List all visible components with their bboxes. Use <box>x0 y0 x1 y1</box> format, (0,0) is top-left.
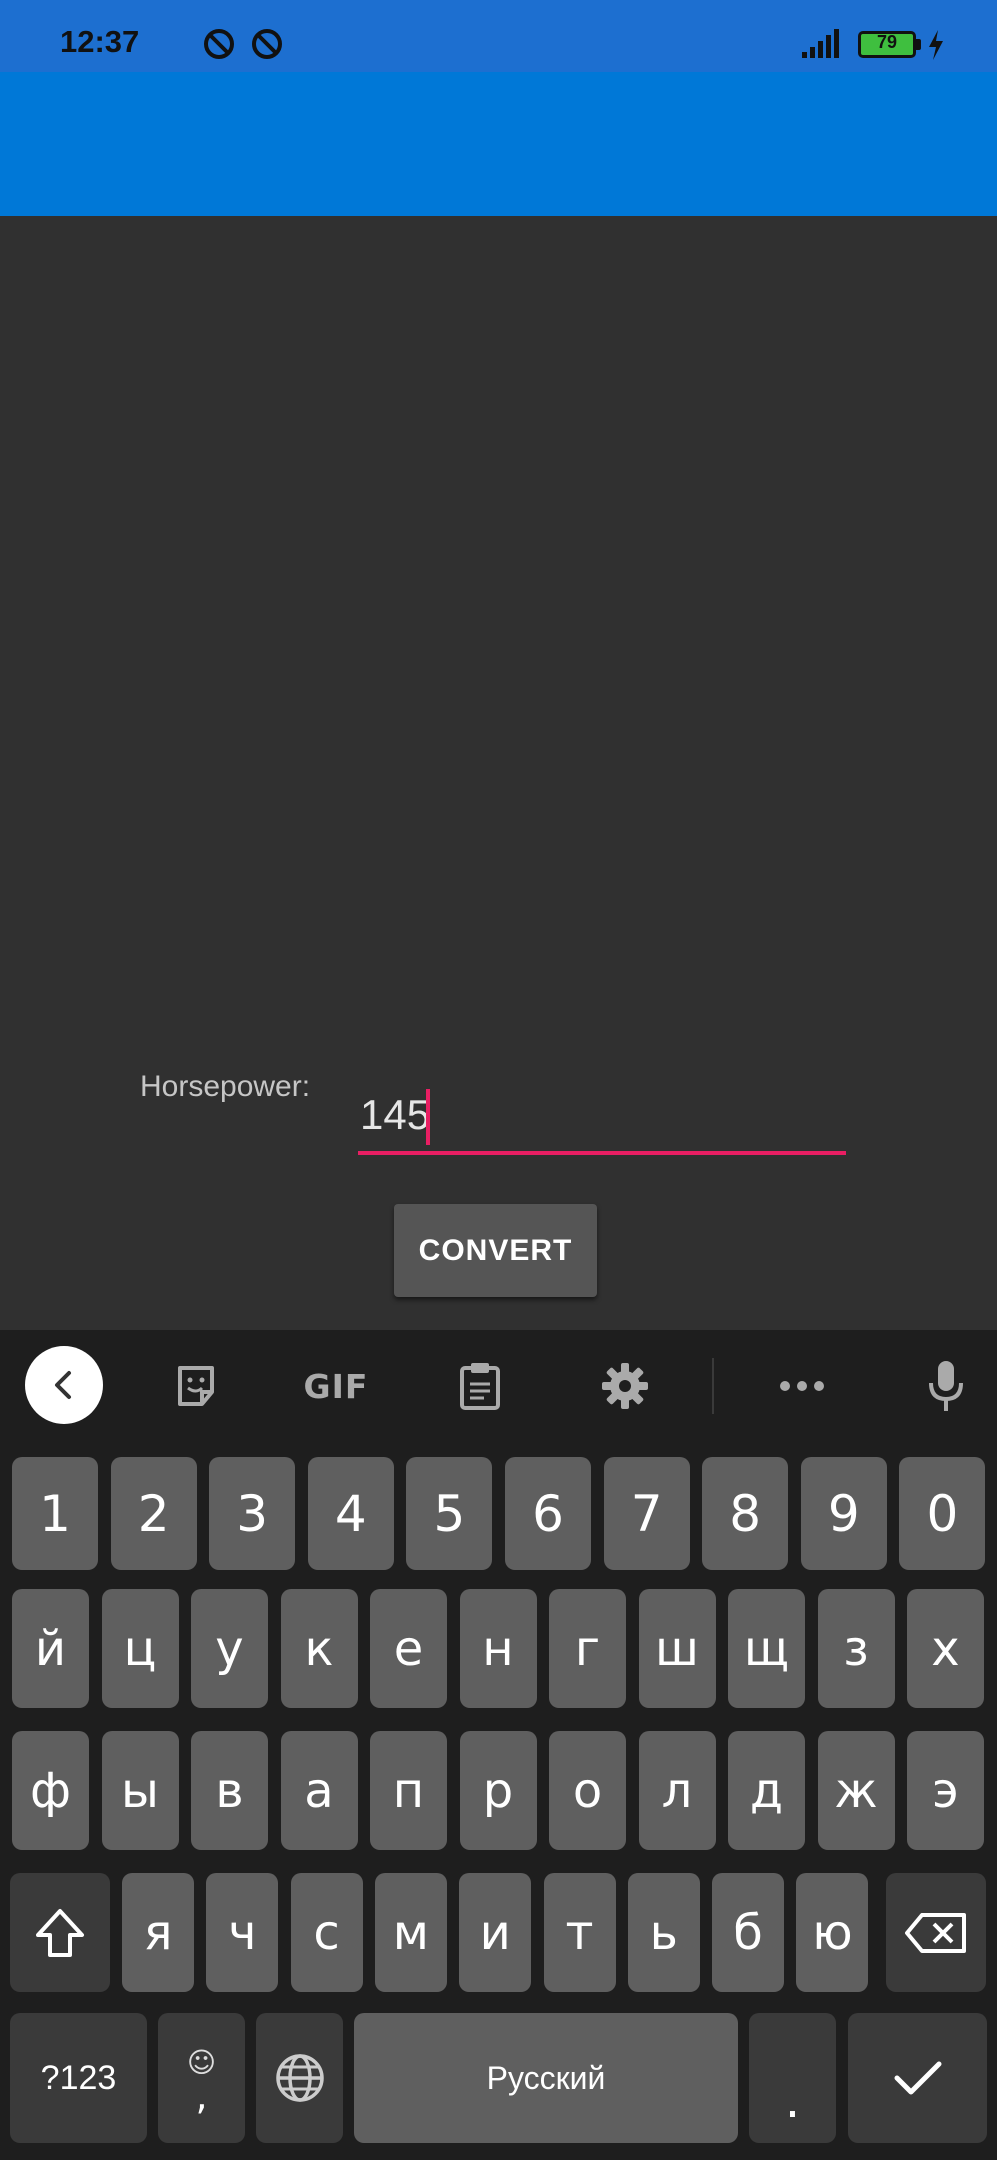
letter-key[interactable]: е <box>370 1589 447 1708</box>
do-not-disturb-icon <box>252 29 282 59</box>
letter-key[interactable]: ю <box>796 1873 869 1992</box>
letter-key[interactable]: м <box>374 1873 447 1992</box>
status-time: 12:37 <box>60 24 140 59</box>
signal-icon <box>802 29 839 58</box>
letter-key[interactable]: ж <box>817 1731 895 1850</box>
battery-level: 79 <box>876 32 898 52</box>
horsepower-label: Horsepower: <box>140 1070 311 1103</box>
language-key[interactable] <box>256 2013 343 2143</box>
text-cursor <box>426 1089 430 1145</box>
convert-button[interactable]: CONVERT <box>394 1204 597 1297</box>
letter-key[interactable]: у <box>191 1589 268 1708</box>
gif-label: GIF <box>303 1366 369 1406</box>
letter-key[interactable]: л <box>638 1731 716 1850</box>
chevron-left-icon <box>55 1371 71 1399</box>
letter-key[interactable]: ф <box>12 1731 89 1850</box>
letter-key[interactable]: ы <box>101 1731 179 1850</box>
letter-key[interactable]: г <box>549 1589 626 1708</box>
toolbar-divider <box>712 1358 714 1414</box>
letter-key[interactable]: ц <box>101 1589 179 1708</box>
letter-key[interactable]: б <box>712 1873 785 1992</box>
letter-key[interactable]: т <box>543 1873 616 1992</box>
letter-key[interactable]: п <box>370 1731 447 1850</box>
app-bar <box>0 72 997 216</box>
horsepower-input[interactable]: 145 <box>358 1085 846 1155</box>
letter-key[interactable]: щ <box>728 1589 805 1708</box>
keyboard: GIF 1 2 3 4 5 6 7 8 9 0 й ц у к е н г ш … <box>0 1330 997 2160</box>
keyboard-toolbar: GIF <box>0 1330 997 1440</box>
letter-key[interactable]: д <box>728 1731 805 1850</box>
letter-key[interactable]: а <box>280 1731 358 1850</box>
globe-icon <box>275 2054 324 2102</box>
backspace-key[interactable] <box>886 1873 986 1992</box>
clipboard-icon <box>460 1363 500 1410</box>
letter-key[interactable]: з <box>817 1589 895 1708</box>
input-underline <box>358 1151 846 1155</box>
number-key[interactable]: 5 <box>406 1457 493 1570</box>
more-button[interactable] <box>774 1358 830 1414</box>
clipboard-button[interactable] <box>452 1358 508 1414</box>
letter-key[interactable]: х <box>907 1589 984 1708</box>
number-key[interactable]: 3 <box>209 1457 296 1570</box>
shift-key[interactable] <box>10 1873 110 1992</box>
settings-button[interactable] <box>597 1358 653 1414</box>
letter-key[interactable]: я <box>122 1873 194 1992</box>
symbols-key[interactable]: ?123 <box>10 2013 147 2143</box>
comma-emoji-key[interactable]: ☺ , <box>158 2013 245 2143</box>
backspace-icon <box>905 1912 966 1953</box>
number-key[interactable]: 0 <box>899 1457 986 1570</box>
number-key[interactable]: 6 <box>505 1457 591 1570</box>
gif-button[interactable]: GIF <box>300 1358 372 1414</box>
letter-key[interactable]: ь <box>627 1873 700 1992</box>
letter-key[interactable]: к <box>280 1589 358 1708</box>
sticker-button[interactable] <box>166 1358 226 1414</box>
letter-key[interactable]: н <box>459 1589 537 1708</box>
gear-icon <box>602 1363 648 1409</box>
more-horizontal-icon <box>780 1381 824 1391</box>
number-key[interactable]: 4 <box>307 1457 394 1570</box>
number-key[interactable]: 7 <box>603 1457 690 1570</box>
status-bar: 12:37 79 <box>0 0 997 72</box>
battery-tip <box>916 39 921 50</box>
letter-key[interactable]: и <box>459 1873 532 1992</box>
letter-key[interactable]: о <box>549 1731 626 1850</box>
letter-key[interactable]: с <box>290 1873 363 1992</box>
shift-icon <box>36 1908 84 1957</box>
microphone-icon <box>929 1361 963 1411</box>
number-key[interactable]: 9 <box>800 1457 887 1570</box>
number-key[interactable]: 1 <box>12 1457 98 1570</box>
checkmark-icon <box>894 2061 941 2095</box>
letter-key[interactable]: ч <box>206 1873 279 1992</box>
letter-key[interactable]: в <box>191 1731 268 1850</box>
charging-icon <box>929 30 943 60</box>
comma-label: , <box>195 2073 208 2118</box>
horsepower-input-value: 145 <box>360 1091 431 1138</box>
toolbar-back-button[interactable] <box>25 1346 103 1424</box>
number-key[interactable]: 8 <box>702 1457 789 1570</box>
letter-key[interactable]: й <box>12 1589 89 1708</box>
space-key[interactable]: Русский <box>354 2013 738 2143</box>
period-key[interactable]: . <box>749 2013 836 2143</box>
letter-key[interactable]: р <box>459 1731 537 1850</box>
letter-key[interactable]: э <box>907 1731 984 1850</box>
number-key[interactable]: 2 <box>110 1457 197 1570</box>
sticker-icon <box>178 1366 214 1406</box>
enter-key[interactable] <box>848 2013 987 2143</box>
do-not-disturb-icon <box>204 29 234 59</box>
voice-input-button[interactable] <box>918 1358 974 1414</box>
letter-key[interactable]: ш <box>638 1589 716 1708</box>
